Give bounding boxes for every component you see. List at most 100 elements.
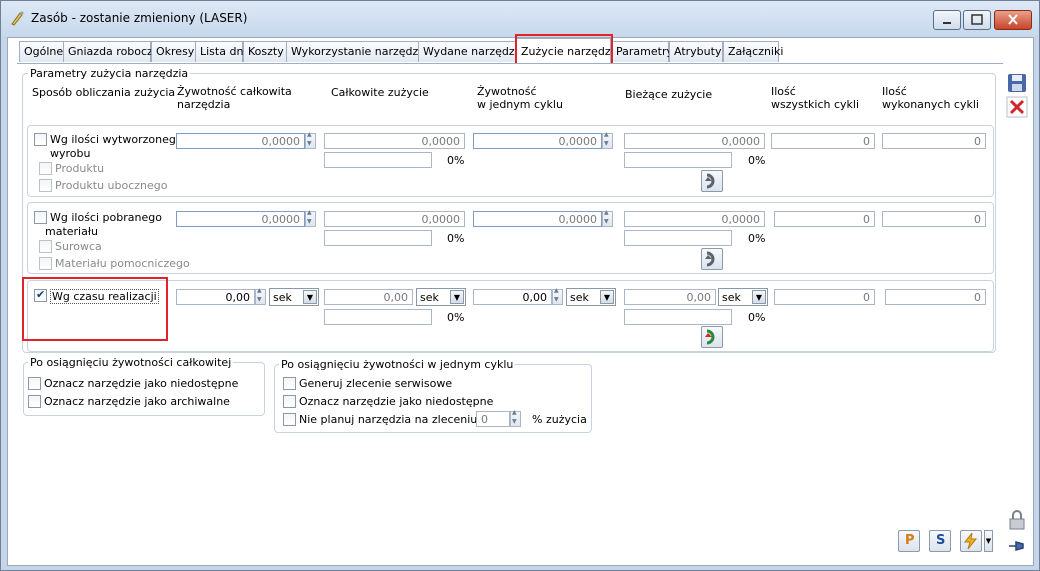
after-cycle-unavailable-label: Oznacz narzędzie jako niedostępne — [299, 395, 494, 408]
consumed-auxiliary-label: Materiału pomocniczego — [55, 257, 190, 270]
after-cycle-unavailable-checkbox[interactable] — [283, 395, 296, 408]
app-window: Zasób - zostanie zmieniony (LASER) Ogóln… — [0, 0, 1040, 571]
window-title: Zasób - zostanie zmieniony (LASER) — [31, 11, 248, 25]
tab-wydane-narzedzia[interactable]: Wydane narzędzia — [418, 41, 524, 62]
header-total-usage: Całkowite zużycie — [331, 86, 429, 99]
produced-label-1: Wg ilości wytworzonego — [50, 133, 183, 146]
tab-parametry[interactable]: Parametry — [611, 41, 673, 62]
params-group-title: Parametry zużycia narzędzia — [28, 67, 191, 80]
consumed-auxiliary-checkbox[interactable] — [39, 257, 52, 270]
after-total-archive-label: Oznacz narzędzie jako archiwalne — [44, 395, 230, 408]
header-total-life-1: Żywotność całkowita — [177, 85, 292, 98]
no-plan-percent-spinner[interactable] — [510, 409, 521, 427]
maximize-button[interactable] — [963, 10, 991, 30]
p-label: P — [905, 533, 915, 548]
tab-koszty[interactable]: Koszty — [243, 41, 287, 62]
time-total-life-spinner[interactable] — [255, 287, 266, 305]
produced-total-life-spinner[interactable] — [305, 131, 316, 149]
time-current-usage-input[interactable]: 0,00 — [624, 289, 716, 305]
after-total-unavailable-checkbox[interactable] — [28, 377, 41, 390]
pin-button[interactable] — [1006, 535, 1028, 557]
consumed-total-life-input[interactable]: 0,0000 — [176, 211, 305, 227]
consumed-current-usage-input[interactable]: 0,0000 — [624, 211, 765, 227]
time-total-life-unit-value: sek — [273, 291, 292, 304]
consumed-label-2: materiału — [45, 225, 98, 238]
close-x-icon — [1006, 96, 1028, 118]
tab-okresy[interactable]: Okresy — [151, 41, 196, 62]
time-cycle-life-input[interactable]: 0,00 — [473, 289, 552, 305]
produced-current-usage-pct: 0% — [748, 154, 766, 167]
time-reset-button[interactable] — [701, 326, 723, 348]
lightning-dropdown-arrow[interactable]: ▼ — [984, 530, 993, 552]
time-total-usage-input[interactable]: 0,00 — [324, 289, 413, 305]
chevron-down-icon: ▼ — [600, 290, 614, 304]
produced-byproduct-label: Produktu ubocznego — [55, 179, 168, 192]
no-plan-percent-input[interactable]: 0 — [476, 411, 510, 427]
consumed-total-usage-input[interactable]: 0,0000 — [324, 211, 465, 227]
s-button[interactable]: S — [929, 530, 951, 552]
consumed-done-cycles-input[interactable]: 0 — [882, 211, 986, 227]
no-plan-suffix: % zużycia — [532, 413, 587, 426]
produced-all-cycles-input[interactable]: 0 — [771, 133, 875, 149]
consumed-total-life-spinner[interactable] — [305, 209, 316, 227]
time-all-cycles-input[interactable]: 0 — [774, 289, 875, 305]
tab-gniazda-robocze[interactable]: Gniazda robocze — [63, 41, 160, 62]
cancel-button[interactable] — [1006, 96, 1028, 118]
lightning-button[interactable] — [960, 530, 982, 552]
reset-arrow-icon — [705, 329, 715, 345]
produced-done-cycles-input[interactable]: 0 — [882, 133, 986, 149]
produced-current-usage-input[interactable]: 0,0000 — [624, 133, 765, 149]
after-total-archive-checkbox[interactable] — [28, 395, 41, 408]
chevron-down-icon: ▼ — [752, 290, 766, 304]
consumed-reset-button[interactable] — [701, 248, 723, 270]
header-cycle-life-2: w jednym cyklu — [477, 98, 563, 111]
tab-wykorzystanie-narzedzia[interactable]: Wykorzystanie narzędzia — [286, 41, 428, 62]
time-current-usage-unit-select[interactable]: sek ▼ — [718, 288, 768, 306]
produced-product-label: Produktu — [55, 162, 105, 175]
produced-cycle-life-input[interactable]: 0,0000 — [473, 133, 602, 149]
pin-icon — [1009, 541, 1024, 551]
title-bar: Zasób - zostanie zmieniony (LASER) — [1, 1, 1039, 37]
consumed-cycle-life-input[interactable]: 0,0000 — [473, 211, 602, 227]
time-total-life-unit-select[interactable]: sek ▼ — [269, 288, 319, 306]
produced-total-usage-bar — [324, 152, 432, 168]
time-current-usage-bar — [624, 309, 732, 325]
time-cycle-life-unit-value: sek — [570, 291, 589, 304]
produced-total-usage-input[interactable]: 0,0000 — [324, 133, 465, 149]
time-total-life-input[interactable]: 0,00 — [176, 289, 255, 305]
produced-product-checkbox[interactable] — [39, 162, 52, 175]
time-cycle-life-unit-select[interactable]: sek ▼ — [566, 288, 616, 306]
header-done-cycles-1: Ilość — [882, 85, 907, 98]
p-button[interactable]: P — [898, 530, 920, 552]
header-all-cycles-1: Ilość — [771, 85, 796, 98]
consumed-all-cycles-input[interactable]: 0 — [774, 211, 875, 227]
produced-cycle-life-spinner[interactable] — [602, 131, 613, 149]
header-total-life-2: narzędzia — [177, 98, 231, 111]
produced-reset-button[interactable] — [701, 170, 723, 192]
reset-arrow-icon — [705, 251, 715, 267]
produced-checkbox[interactable] — [34, 133, 47, 146]
time-total-usage-unit-select[interactable]: sek ▼ — [416, 288, 466, 306]
time-done-cycles-input[interactable]: 0 — [885, 289, 986, 305]
consumed-checkbox[interactable] — [34, 211, 47, 224]
save-icon — [1008, 74, 1026, 92]
service-order-checkbox[interactable] — [283, 377, 296, 390]
header-current-usage: Bieżące zużycie — [625, 88, 713, 101]
produced-total-life-input[interactable]: 0,0000 — [176, 133, 305, 149]
time-cycle-life-spinner[interactable] — [552, 287, 563, 305]
tab-ogolne[interactable]: Ogólne — [19, 41, 64, 62]
tab-zalaczniki[interactable]: Załączniki — [723, 41, 783, 62]
after-cycle-title: Po osiągnięciu żywotności w jednym cyklu — [279, 358, 516, 371]
lightning-icon — [963, 532, 978, 550]
reset-arrow-icon — [705, 173, 715, 189]
tab-atrybuty[interactable]: Atrybuty — [669, 41, 723, 62]
save-button[interactable] — [1006, 72, 1028, 94]
consumed-raw-checkbox[interactable] — [39, 240, 52, 253]
minimize-button[interactable] — [933, 10, 961, 30]
tab-lista-dni[interactable]: Lista dni — [195, 41, 246, 62]
consumed-cycle-life-spinner[interactable] — [602, 209, 613, 227]
close-button[interactable] — [994, 10, 1032, 30]
no-plan-checkbox[interactable] — [283, 413, 296, 426]
produced-byproduct-checkbox[interactable] — [39, 179, 52, 192]
lock-button[interactable] — [1006, 509, 1028, 531]
